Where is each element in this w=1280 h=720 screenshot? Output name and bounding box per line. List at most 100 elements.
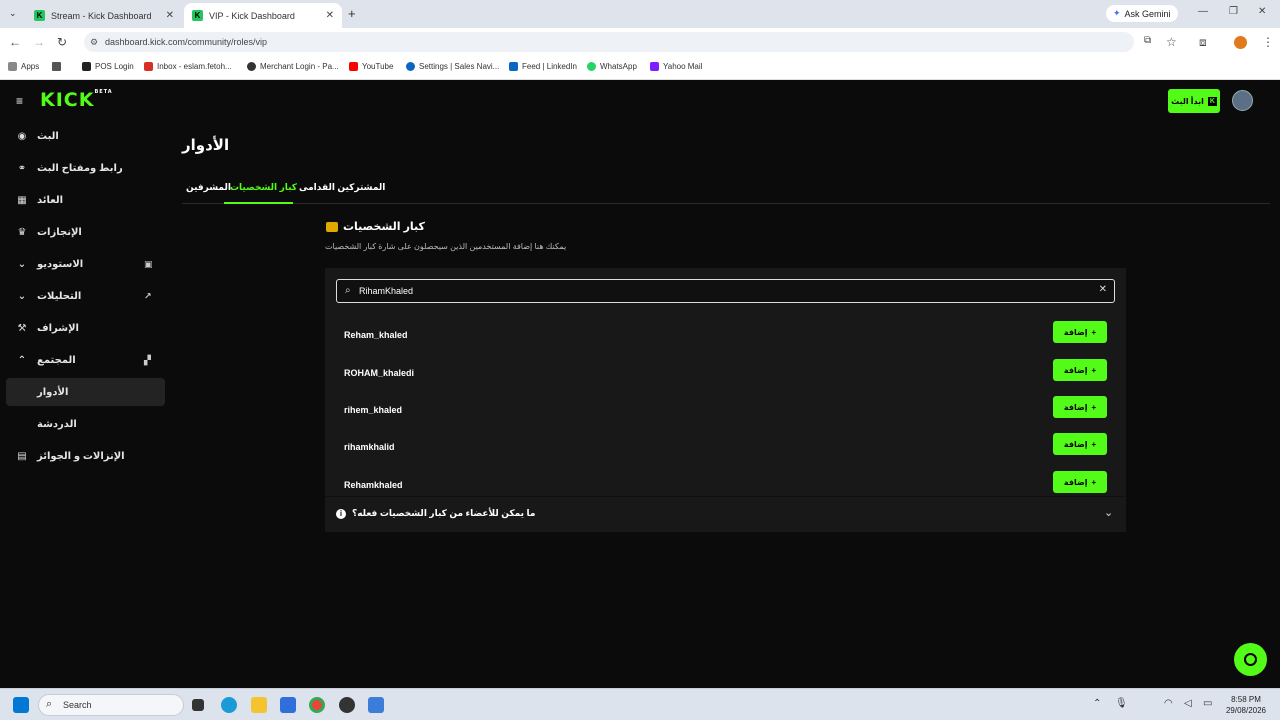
tray-chevron-icon[interactable]: ⌃ [1093, 698, 1101, 709]
new-tab-icon[interactable]: + [348, 6, 356, 21]
sidebar-item-stream[interactable]: ◉ البث [0, 122, 165, 150]
task-view-icon[interactable] [192, 699, 204, 711]
taskbar-search[interactable]: ⌕ Search [38, 694, 184, 716]
search-result-row[interactable]: Reham_khaled إضافة + [336, 321, 1115, 353]
user-avatar[interactable] [1232, 90, 1253, 111]
sidebar-item-drops[interactable]: ▤ الإنزالات و الجوائز [0, 442, 165, 470]
forward-icon[interactable]: → [33, 35, 45, 49]
tab-og-subscribers[interactable]: المشتركين القدامى [299, 182, 385, 193]
bookmarks-bar: Apps POS Login Inbox - eslam.fetoh... Me… [0, 56, 1280, 80]
plus-icon: + [1091, 477, 1097, 487]
site-info-icon[interactable]: ⚙ [90, 32, 98, 52]
chevron-down-icon[interactable]: ⌄ [1104, 506, 1113, 519]
tab-groups-icon[interactable] [52, 62, 61, 71]
edge-icon[interactable] [221, 697, 237, 713]
kick-logo[interactable]: KICKBETA [40, 89, 113, 111]
search-result-row[interactable]: ROHAM_khaledi إضافة + [336, 359, 1115, 391]
search-box[interactable]: ⌕ ✕ [336, 279, 1115, 303]
tab-title: VIP - Kick Dashboard [209, 10, 295, 21]
browser-tab-vip[interactable]: K VIP - Kick Dashboard ✕ [184, 3, 342, 28]
extensions-icon[interactable]: ⧈ [1199, 35, 1207, 50]
sidebar-item-stream-url-key[interactable]: ⚭ رابط ومفتاح البث [0, 154, 165, 182]
bookmark-inbox[interactable]: Inbox - eslam.fetoh... [144, 62, 232, 71]
windows-taskbar: ⌕ Search ⌃ 🎙 ◠ ◁ ▭ 8:58 PM 29/08/2026 [0, 688, 1280, 720]
result-username: Rehamkhaled [344, 480, 403, 490]
store-icon[interactable] [280, 697, 296, 713]
sidebar-item-chat[interactable]: الدردشة [0, 410, 165, 438]
broadcast-icon: ◉ [17, 130, 27, 142]
chrome-icon[interactable] [309, 697, 325, 713]
bookmark-merchant-login[interactable]: Merchant Login - Pa... [247, 62, 339, 71]
browser-tab-stream[interactable]: K Stream - Kick Dashboard ✕ [26, 3, 182, 28]
bookmark-label: Feed | LinkedIn [522, 62, 578, 71]
add-vip-button[interactable]: إضافة + [1053, 359, 1107, 381]
search-result-row[interactable]: rihamkhalid إضافة + [336, 433, 1115, 465]
close-tab-icon[interactable]: ✕ [326, 10, 334, 21]
reload-icon[interactable]: ↻ [57, 35, 67, 49]
bookmark-label: Apps [21, 62, 40, 71]
clear-search-icon[interactable]: ✕ [1099, 284, 1107, 295]
bookmark-whatsapp[interactable]: WhatsApp [587, 62, 637, 71]
tab-title: Stream - Kick Dashboard [51, 10, 152, 21]
tab-vip[interactable]: كبار الشخصيات [230, 182, 297, 193]
go-live-button[interactable]: ابدأ البث K [1168, 89, 1220, 113]
sidebar-item-analytics[interactable]: ⌄ التحليلات ↗ [0, 282, 165, 310]
close-tab-icon[interactable]: ✕ [166, 10, 174, 21]
profile-avatar[interactable] [1234, 36, 1247, 49]
volume-icon[interactable]: ◁ [1184, 698, 1192, 709]
add-vip-button[interactable]: إضافة + [1053, 471, 1107, 493]
browser-menu-icon[interactable]: ⋮ [1262, 35, 1274, 49]
bookmark-youtube[interactable]: YouTube [349, 62, 393, 71]
app-icon[interactable] [339, 697, 355, 713]
ask-gemini-button[interactable]: ✦ Ask Gemini [1106, 5, 1178, 22]
active-tab-indicator [224, 202, 293, 204]
result-username: rihamkhalid [344, 442, 395, 452]
microphone-icon[interactable]: 🎙 [1115, 698, 1128, 709]
vip-faq-accordion[interactable]: i ما يمكن للأعضاء من كبار الشخصيات فعله؟… [325, 496, 1126, 532]
file-explorer-icon[interactable] [251, 697, 267, 713]
battery-icon[interactable]: ▭ [1203, 698, 1212, 709]
sidebar-item-label: الاستوديو [37, 258, 84, 270]
sidebar-item-studio[interactable]: ⌄ الاستوديو ▣ [0, 250, 165, 278]
search-icon: ⌕ [46, 698, 53, 710]
kick-favicon-icon: K [34, 10, 45, 21]
translate-icon[interactable]: ⧉ [1144, 35, 1151, 46]
search-result-row[interactable]: rihem_khaled إضافة + [336, 396, 1115, 428]
plus-icon: + [1091, 402, 1097, 412]
window-close-icon[interactable]: ✕ [1258, 6, 1266, 17]
search-input[interactable] [359, 282, 1089, 300]
bookmark-linkedin[interactable]: Feed | LinkedIn [509, 62, 577, 71]
add-label: إضافة [1063, 477, 1088, 487]
bookmark-sales-navigator[interactable]: Settings | Sales Navi... [406, 62, 499, 71]
sidebar-item-label: المجتمع [37, 354, 76, 366]
add-vip-button[interactable]: إضافة + [1053, 433, 1107, 455]
vpn-icon[interactable] [368, 697, 384, 713]
back-icon[interactable]: ← [9, 35, 21, 49]
support-chat-button[interactable] [1234, 643, 1267, 676]
clock[interactable]: 8:58 PM 29/08/2026 [1222, 694, 1270, 716]
bookmark-yahoo-mail[interactable]: Yahoo Mail [650, 62, 702, 71]
bookmark-star-icon[interactable]: ☆ [1166, 35, 1177, 49]
tab-search-icon[interactable]: ⌄ [9, 8, 17, 19]
windows-start-icon[interactable] [13, 697, 29, 713]
add-vip-button[interactable]: إضافة + [1053, 396, 1107, 418]
bookmark-pos-login[interactable]: POS Login [82, 62, 134, 71]
sidebar-item-revenue[interactable]: ▦ العائد [0, 186, 165, 214]
logo-beta: BETA [94, 89, 113, 95]
tab-moderators[interactable]: المشرفين [186, 182, 231, 193]
url-field[interactable]: ⚙ dashboard.kick.com/community/roles/vip [84, 32, 1134, 52]
wifi-icon[interactable]: ◠ [1164, 698, 1173, 709]
restore-icon[interactable]: ❐ [1229, 6, 1238, 17]
add-vip-button[interactable]: إضافة + [1053, 321, 1107, 343]
sidebar-item-moderation[interactable]: ⚒ الإشراف [0, 314, 165, 342]
hamburger-menu-icon[interactable]: ≡ [16, 94, 23, 108]
minimize-icon[interactable]: — [1198, 6, 1208, 17]
bookmark-apps[interactable]: Apps [8, 62, 39, 71]
logo-text: KICK [40, 89, 95, 111]
analytics-icon: ↗ [144, 290, 152, 301]
sidebar-item-community[interactable]: ⌃ المجتمع ▞ [0, 346, 165, 374]
browser-tab-bar: ⌄ K Stream - Kick Dashboard ✕ K VIP - Ki… [0, 0, 1280, 28]
sidebar-item-roles[interactable]: الأدوار [6, 378, 165, 406]
vip-search-panel: ⌕ ✕ Reham_khaled إضافة+ ROHAM_khaledi إض… [325, 268, 1126, 532]
sidebar-item-achievements[interactable]: ♛ الإنجازات [0, 218, 165, 246]
